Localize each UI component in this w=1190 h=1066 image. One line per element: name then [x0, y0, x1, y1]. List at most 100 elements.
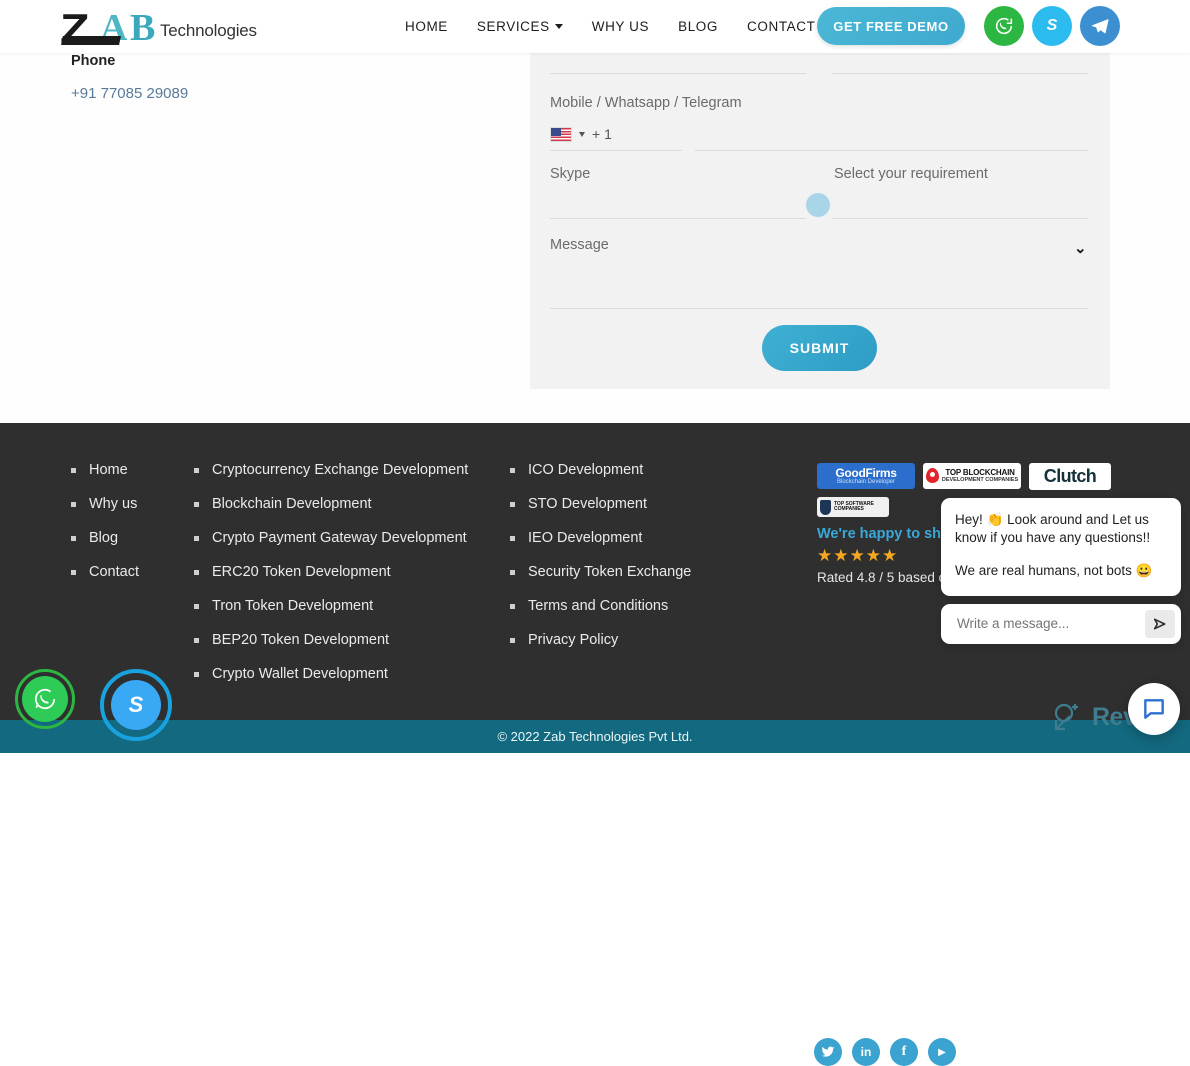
nav-label: HOME [405, 19, 448, 34]
skype-field-label: Skype [550, 166, 591, 182]
email-field-underline[interactable] [832, 73, 1088, 74]
phone-label: Phone [71, 53, 116, 69]
get-free-demo-button[interactable]: GET FREE DEMO [817, 7, 965, 45]
site-header: Z A B Technologies HOME SERVICES WHY US … [0, 0, 1190, 53]
footer-link-list: ICO Development STO Development IEO Deve… [510, 462, 691, 648]
top-blockchain-title: TOP BLOCKCHAIN [945, 467, 1015, 477]
youtube-icon[interactable]: ▶ [928, 1038, 956, 1066]
nav-item-blog[interactable]: BLOG [678, 19, 718, 34]
requirement-field-label: Select your requirement [834, 166, 988, 182]
requirement-select-underline[interactable] [832, 218, 1088, 219]
logo-letter-b: B [130, 7, 156, 49]
clutch-badge[interactable]: Clutch [1029, 463, 1111, 490]
site-logo[interactable]: Z A B Technologies [60, 6, 257, 50]
footer-link-list: Cryptocurrency Exchange Development Bloc… [194, 462, 468, 682]
mobile-number-underline[interactable] [695, 150, 1088, 151]
footer-column-primary: Home Why us Blog Contact [71, 462, 139, 598]
goodfirms-badge-subtitle: Blockchain Developer [836, 479, 896, 485]
footer-link[interactable]: Crypto Payment Gateway Development [194, 530, 468, 546]
name-field-underline[interactable] [550, 73, 806, 74]
chat-input-row [941, 603, 1181, 644]
chat-message-input[interactable] [955, 615, 1145, 633]
linkedin-icon[interactable]: in [852, 1038, 880, 1066]
logo-underline-bar [61, 36, 121, 45]
footer-link[interactable]: BEP20 Token Development [194, 632, 468, 648]
chat-message-line-1: Hey! 👏 Look around and Let us know if yo… [955, 512, 1151, 546]
footer-link[interactable]: IEO Development [510, 530, 691, 546]
footer-link[interactable]: Tron Token Development [194, 598, 468, 614]
footer-link[interactable]: Terms and Conditions [510, 598, 691, 614]
footer-link[interactable]: Blog [71, 530, 139, 546]
contact-info-block: Phone +91 77085 29089 [71, 53, 188, 102]
revain-logo-icon [1050, 700, 1084, 734]
dial-code-value: + 1 [592, 126, 612, 142]
header-skype-icon[interactable]: S [1032, 6, 1072, 46]
whatsapp-icon [22, 676, 68, 722]
copyright-bar: © 2022 Zab Technologies Pvt Ltd. [0, 720, 1190, 753]
nav-item-services[interactable]: SERVICES [477, 19, 563, 34]
footer-link[interactable]: Home [71, 462, 139, 478]
clutch-badge-label: Clutch [1043, 466, 1097, 486]
contact-form-card: Mobile / Whatsapp / Telegram + 1 Skype S… [530, 53, 1110, 389]
location-pin-icon [926, 468, 939, 483]
goodfirms-badge-title: GoodFirms [835, 466, 897, 480]
footer-link[interactable]: Security Token Exchange [510, 564, 691, 580]
footer-link[interactable]: Cryptocurrency Exchange Development [194, 462, 468, 478]
top-blockchain-badge[interactable]: TOP BLOCKCHAIN DEVELOPMENT COMPANIES [923, 463, 1021, 489]
nav-item-home[interactable]: HOME [405, 19, 448, 34]
badge-row-top: GoodFirms Blockchain Developer TOP BLOCK… [817, 463, 1111, 490]
goodfirms-badge[interactable]: GoodFirms Blockchain Developer [817, 463, 915, 489]
footer-link[interactable]: STO Development [510, 496, 691, 512]
chat-widget-popup: Hey! 👏 Look around and Let us know if yo… [941, 498, 1181, 644]
skype-icon: S [111, 680, 161, 730]
footer-column-services-1: Cryptocurrency Exchange Development Bloc… [194, 462, 468, 700]
footer-link[interactable]: ICO Development [510, 462, 691, 478]
copyright-text: © 2022 Zab Technologies Pvt Ltd. [497, 729, 693, 744]
floating-whatsapp-button[interactable] [15, 669, 75, 729]
logo-mark: Z A B [60, 6, 178, 50]
floating-skype-button[interactable]: S [100, 669, 172, 741]
mobile-field-label: Mobile / Whatsapp / Telegram [550, 95, 742, 111]
footer-link[interactable]: ERC20 Token Development [194, 564, 468, 580]
header-whatsapp-icon[interactable] [984, 6, 1024, 46]
nav-item-why-us[interactable]: WHY US [592, 19, 649, 34]
chevron-down-icon [554, 24, 563, 29]
footer-column-services-2: ICO Development STO Development IEO Deve… [510, 462, 691, 666]
message-field-underline[interactable] [550, 308, 1088, 309]
nav-label: SERVICES [476, 19, 550, 34]
footer-link-list: Home Why us Blog Contact [71, 462, 139, 580]
chat-message-line-2: We are real humans, not bots 😀 [955, 563, 1153, 579]
footer-link[interactable]: Privacy Policy [510, 632, 691, 648]
main-navigation: HOME SERVICES WHY US BLOG CONTACT [405, 0, 815, 53]
phone-number-link[interactable]: +91 77085 29089 [71, 85, 188, 102]
chevron-down-icon [579, 131, 585, 137]
twitter-icon[interactable] [814, 1038, 842, 1066]
top-software-badge[interactable]: TOP SOFTWARE COMPANIES [817, 497, 889, 517]
top-blockchain-subtitle: DEVELOPMENT COMPANIES [941, 477, 1019, 484]
shield-icon [820, 499, 831, 515]
country-code-selector[interactable]: + 1 [550, 126, 612, 142]
cursor-indicator [806, 193, 830, 217]
page-content: Phone +91 77085 29089 Mobile / Whatsapp … [0, 53, 1190, 423]
footer-link[interactable]: Contact [71, 564, 139, 580]
us-flag-icon [550, 126, 572, 142]
submit-button[interactable]: SUBMIT [762, 325, 877, 371]
country-code-underline[interactable] [550, 150, 682, 151]
footer-link[interactable]: Crypto Wallet Development [194, 666, 468, 682]
footer-link[interactable]: Blockchain Development [194, 496, 468, 512]
facebook-icon[interactable]: f [890, 1038, 918, 1066]
skype-field-underline[interactable] [550, 218, 806, 219]
header-telegram-icon[interactable] [1080, 6, 1120, 46]
chat-message-bubble: Hey! 👏 Look around and Let us know if yo… [941, 498, 1181, 596]
chat-launcher-button[interactable] [1128, 683, 1180, 735]
nav-label: CONTACT [747, 19, 816, 34]
send-icon[interactable] [1145, 609, 1175, 638]
chevron-down-icon[interactable]: ⌄ [1074, 239, 1087, 257]
message-field-label: Message [550, 237, 609, 253]
nav-label: BLOG [678, 19, 719, 34]
footer-link[interactable]: Why us [71, 496, 139, 512]
nav-item-contact[interactable]: CONTACT [747, 19, 815, 34]
top-software-label: TOP SOFTWARE COMPANIES [833, 500, 874, 512]
footer-social-links: in f ▶ [814, 1038, 956, 1066]
nav-label: WHY US [591, 19, 650, 34]
